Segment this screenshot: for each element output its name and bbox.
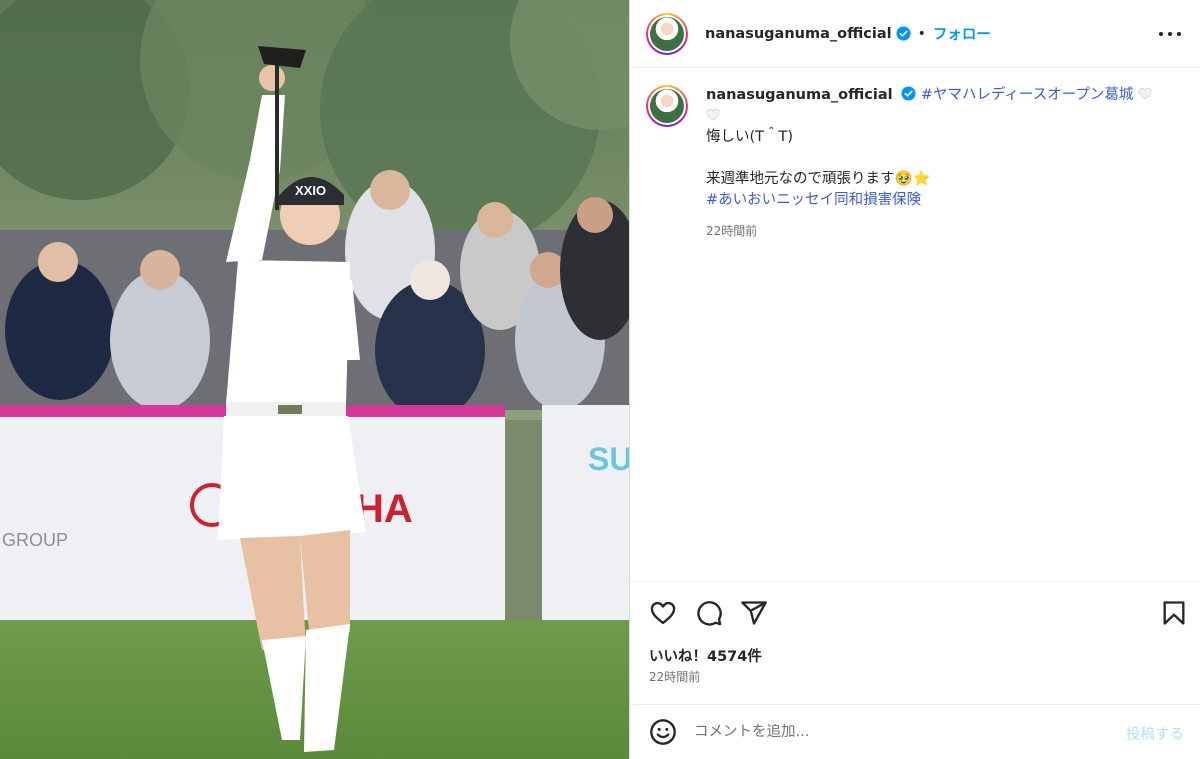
caption-avatar-inner <box>648 87 686 125</box>
header-separator: • <box>917 25 926 42</box>
follow-button[interactable]: フォロー <box>933 23 991 44</box>
banner-text-group: GROUP <box>2 530 68 550</box>
post-side-panel: nanasuganuma_official • フォロー nanasuganum… <box>629 0 1200 759</box>
caption-text: nanasuganuma_official #ヤマハレディースオープン葛城 悔し… <box>706 85 1166 581</box>
verified-badge-icon <box>896 26 911 41</box>
share-icon[interactable] <box>740 599 768 627</box>
cap-logo-text: XXIO <box>295 183 326 198</box>
comment-input[interactable] <box>694 724 1074 740</box>
caption-verified-badge-icon <box>901 86 916 101</box>
caption-avatar[interactable] <box>646 85 688 127</box>
avatar-inner <box>648 14 686 53</box>
post-photo[interactable]: HA GROUP SU XXIO <box>0 0 629 759</box>
caption-line-2: 来週準地元なので頑張ります🥹⭐️ <box>706 171 931 187</box>
caption-line-1: 悔しい(T＾T) <box>706 129 794 145</box>
caption-section: nanasuganuma_official #ヤマハレディースオープン葛城 悔し… <box>630 69 1200 581</box>
comment-bar: 投稿する <box>630 704 1200 759</box>
caption-timestamp[interactable]: 22時間前 <box>706 221 1166 242</box>
banner-text-su: SU <box>588 441 629 477</box>
more-options-icon[interactable] <box>1159 25 1181 43</box>
caption-username[interactable]: nanasuganuma_official <box>706 87 893 103</box>
emoji-icon[interactable] <box>649 718 677 746</box>
white-heart-emoji-icon <box>1138 88 1152 100</box>
caption-heart-line <box>706 106 1166 127</box>
avatar-image <box>650 16 684 51</box>
header-username[interactable]: nanasuganuma_official <box>705 26 892 42</box>
hashtag-yamaha[interactable]: #ヤマハレディースオープン葛城 <box>921 87 1134 103</box>
caption-first-line: nanasuganuma_official #ヤマハレディースオープン葛城 <box>706 85 1166 106</box>
post-comment-button[interactable]: 投稿する <box>1126 723 1184 744</box>
white-heart-emoji-icon-2 <box>706 109 720 121</box>
comment-icon[interactable] <box>695 599 723 627</box>
caption-avatar-image <box>650 89 684 123</box>
post-header: nanasuganuma_official • フォロー <box>630 0 1200 68</box>
bookmark-icon[interactable] <box>1160 599 1188 627</box>
hashtag-aioi[interactable]: #あいおいニッセイ同和損害保険 <box>706 190 1166 211</box>
heart-icon[interactable] <box>649 599 677 627</box>
action-bar <box>630 581 1200 645</box>
avatar[interactable] <box>646 12 688 55</box>
post-timestamp[interactable]: 22時間前 <box>649 668 700 685</box>
photo-illustration: HA GROUP SU XXIO <box>0 0 629 759</box>
instagram-post: HA GROUP SU XXIO nanasuganuma_official •… <box>0 0 1200 759</box>
likes-count[interactable]: いいね！4574件 <box>649 645 762 666</box>
